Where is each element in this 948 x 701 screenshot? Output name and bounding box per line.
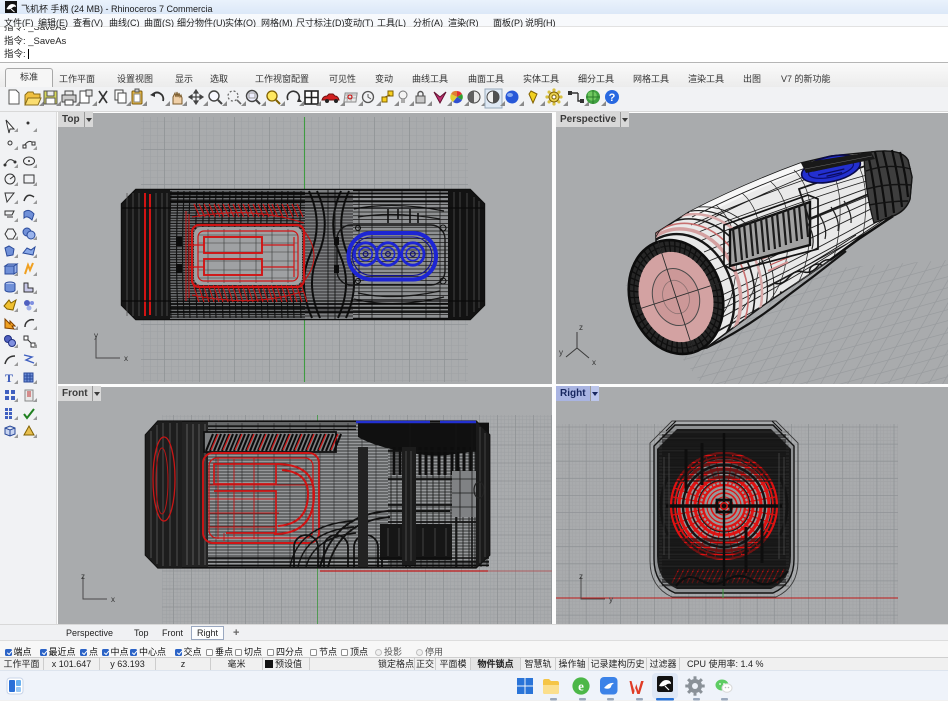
svg-text:x: x	[111, 595, 115, 604]
svg-text:y: y	[94, 331, 98, 340]
svg-text:?: ?	[609, 92, 616, 104]
svg-text:y: y	[559, 348, 563, 357]
svg-text:z: z	[579, 323, 583, 332]
svg-text:x: x	[592, 358, 596, 367]
svg-text:z: z	[579, 572, 583, 581]
svg-text:e: e	[578, 679, 584, 694]
svg-text:x: x	[124, 354, 128, 363]
svg-text:z: z	[81, 572, 85, 581]
svg-text:T: T	[5, 371, 13, 385]
svg-text:y: y	[609, 595, 613, 604]
